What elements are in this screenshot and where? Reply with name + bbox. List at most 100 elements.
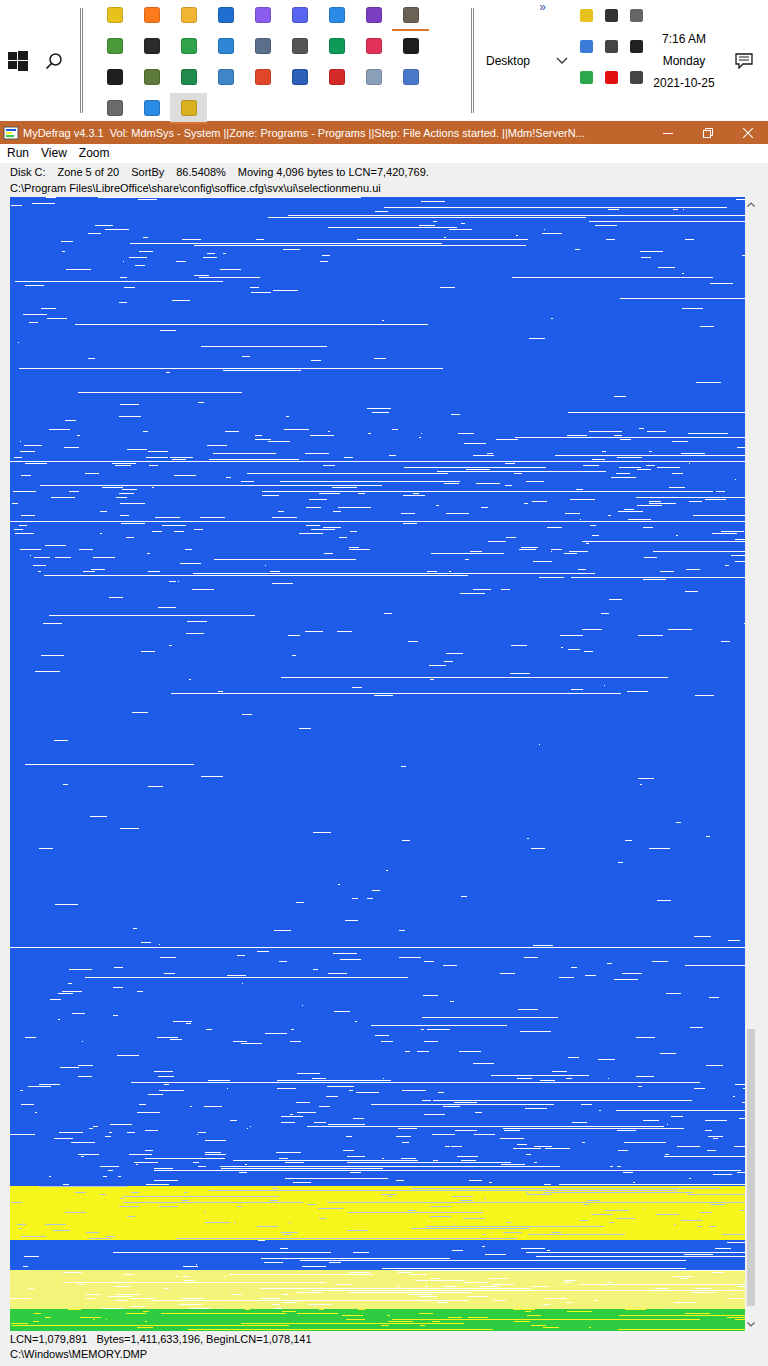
app-icon[interactable]: [255, 38, 271, 54]
app-icon[interactable]: [366, 7, 382, 23]
app-icon[interactable]: [403, 69, 419, 85]
tray-item[interactable]: [599, 0, 624, 31]
app-icon[interactable]: [366, 69, 382, 85]
pinned-app[interactable]: [281, 0, 318, 31]
app-icon[interactable]: [107, 7, 123, 23]
pinned-app[interactable]: [170, 62, 207, 93]
app-icon[interactable]: [366, 38, 382, 54]
tray-icon[interactable]: [630, 71, 643, 84]
tray-item[interactable]: [574, 31, 599, 62]
tray-item[interactable]: [624, 0, 649, 31]
tray-icon[interactable]: [630, 9, 643, 22]
app-icon[interactable]: [329, 7, 345, 23]
pinned-app[interactable]: [133, 0, 170, 31]
pinned-app[interactable]: [318, 62, 355, 93]
app-icon[interactable]: [403, 38, 419, 54]
tray-item[interactable]: [574, 0, 599, 31]
arrow-up-icon[interactable]: [747, 202, 755, 207]
toolbar-overflow[interactable]: »: [539, 0, 546, 14]
app-icon[interactable]: [292, 38, 308, 54]
pinned-app[interactable]: [96, 31, 133, 62]
pinned-app[interactable]: [355, 0, 392, 31]
pinned-app[interactable]: [355, 62, 392, 93]
app-icon[interactable]: [218, 7, 234, 23]
scroll-track[interactable]: [745, 211, 757, 1317]
tray-icon[interactable]: [580, 9, 593, 22]
taskbar-separator[interactable]: [80, 8, 83, 113]
pinned-app[interactable]: [244, 31, 281, 62]
scroll-thumb[interactable]: [747, 1029, 755, 1306]
pinned-app[interactable]: [318, 31, 355, 62]
tray-icon[interactable]: [605, 40, 618, 53]
tray-item[interactable]: [574, 62, 599, 93]
arrow-down-icon[interactable]: [747, 1322, 755, 1327]
app-icon[interactable]: [181, 7, 197, 23]
app-icon[interactable]: [181, 38, 197, 54]
app-icon[interactable]: [181, 69, 197, 85]
menu-item[interactable]: Zoom: [73, 145, 116, 162]
maximize-button[interactable]: [688, 121, 728, 144]
pinned-app[interactable]: [170, 31, 207, 62]
pinned-app[interactable]: [281, 31, 318, 62]
pinned-app[interactable]: [96, 93, 133, 124]
tray-item[interactable]: [599, 31, 624, 62]
pinned-app[interactable]: [133, 93, 170, 124]
app-icon[interactable]: [144, 38, 160, 54]
app-icon[interactable]: [218, 69, 234, 85]
tray-item[interactable]: [599, 62, 624, 93]
pinned-app[interactable]: [207, 62, 244, 93]
minimize-button[interactable]: [648, 121, 688, 144]
app-icon[interactable]: [329, 38, 345, 54]
menu-item[interactable]: View: [35, 145, 73, 162]
tray-item[interactable]: [624, 62, 649, 93]
tray-icon[interactable]: [580, 71, 593, 84]
pinned-app[interactable]: [355, 31, 392, 62]
app-icon[interactable]: [181, 100, 197, 116]
app-icon[interactable]: [144, 7, 160, 23]
close-button[interactable]: [728, 121, 768, 144]
app-icon[interactable]: [292, 69, 308, 85]
desktop-toolbar-row[interactable]: Desktop: [475, 14, 574, 107]
app-icon[interactable]: [403, 7, 419, 23]
tray-icon[interactable]: [605, 9, 618, 22]
taskbar-separator[interactable]: [471, 8, 474, 113]
tray-icon[interactable]: [630, 40, 643, 53]
pinned-app[interactable]: [392, 62, 429, 93]
app-icon[interactable]: [255, 69, 271, 85]
clock[interactable]: 7:16 AMMonday2021-10-25: [649, 0, 719, 121]
app-icon[interactable]: [218, 38, 234, 54]
pinned-app[interactable]: [392, 0, 429, 31]
pinned-app[interactable]: [207, 31, 244, 62]
chevron-down-icon[interactable]: [556, 57, 568, 65]
windows-logo-icon[interactable]: [8, 51, 28, 71]
scroll-down-button[interactable]: [745, 1317, 757, 1331]
menu-item[interactable]: Run: [1, 145, 35, 162]
desktop-label[interactable]: Desktop: [486, 54, 530, 68]
app-icon[interactable]: [107, 69, 123, 85]
tray-item[interactable]: [624, 31, 649, 62]
app-icon[interactable]: [255, 7, 271, 23]
pinned-app[interactable]: [170, 93, 207, 124]
app-icon[interactable]: [144, 100, 160, 116]
scroll-up-button[interactable]: [745, 197, 757, 211]
app-icon[interactable]: [107, 38, 123, 54]
pinned-app[interactable]: [318, 0, 355, 31]
pinned-app[interactable]: [96, 62, 133, 93]
notification-icon[interactable]: [735, 53, 753, 69]
scrollbar[interactable]: [745, 197, 757, 1331]
pinned-app[interactable]: [207, 0, 244, 31]
title-bar[interactable]: MyDefrag v4.3.1 Vol: MdmSys - System ||Z…: [0, 121, 768, 144]
app-icon[interactable]: [144, 69, 160, 85]
tray-icon[interactable]: [580, 40, 593, 53]
pinned-app[interactable]: [133, 31, 170, 62]
pinned-app[interactable]: [244, 62, 281, 93]
pinned-app[interactable]: [281, 62, 318, 93]
pinned-app[interactable]: [96, 0, 133, 31]
app-icon[interactable]: [292, 7, 308, 23]
search-icon[interactable]: [45, 52, 63, 70]
tray-icon[interactable]: [605, 71, 618, 84]
pinned-app[interactable]: [244, 0, 281, 31]
pinned-app[interactable]: [133, 62, 170, 93]
pinned-app[interactable]: [392, 31, 429, 62]
app-icon[interactable]: [329, 69, 345, 85]
